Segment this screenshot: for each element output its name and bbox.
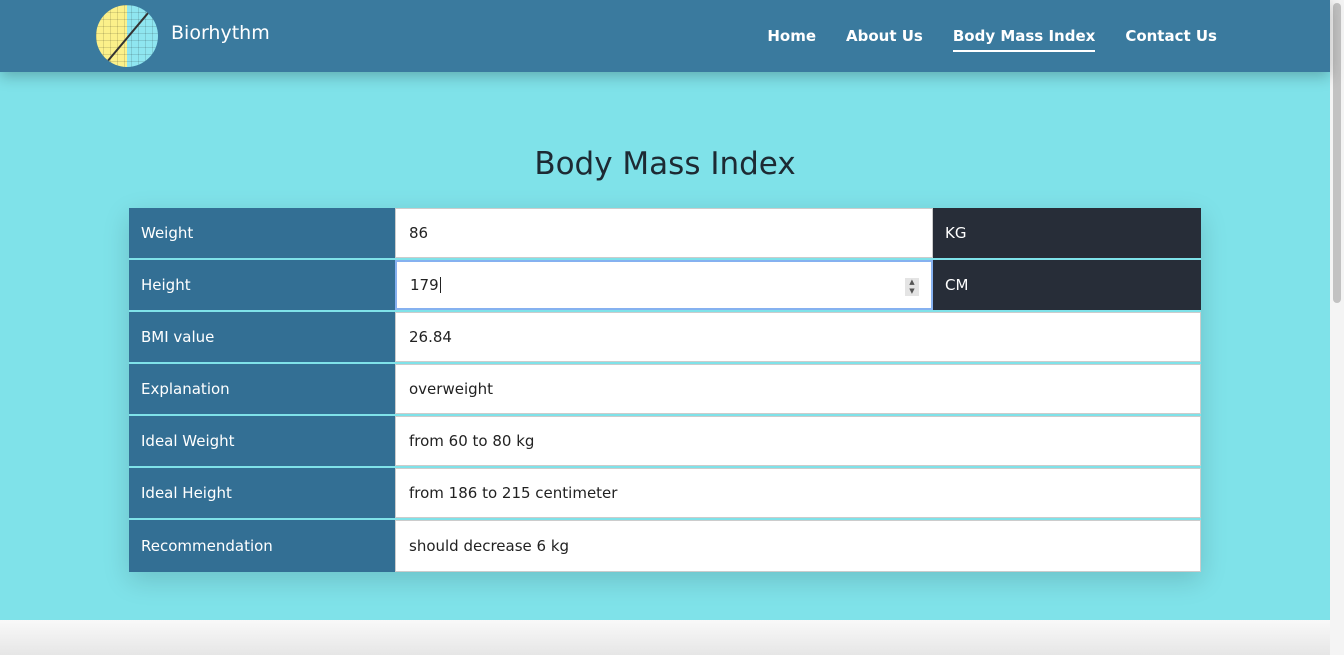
explanation-label: Explanation <box>129 364 395 414</box>
ideal-height-label: Ideal Height <box>129 468 395 518</box>
ideal-weight-value: from 60 to 80 kg <box>395 416 1201 466</box>
nav-home[interactable]: Home <box>767 27 816 52</box>
bmi-table: Weight 86 KG Height 179 ▲ ▼ CM BMI value 26… <box>129 208 1201 572</box>
height-input-field[interactable]: 179 ▲ ▼ <box>395 260 933 310</box>
table-row: Recommendation should decrease 6 kg <box>129 520 1201 572</box>
bmi-label: BMI value <box>129 312 395 362</box>
weight-input[interactable]: 86 <box>395 208 933 258</box>
nav-about-us[interactable]: About Us <box>846 27 923 52</box>
weight-unit: KG <box>933 208 1201 258</box>
weight-label: Weight <box>129 208 395 258</box>
ideal-weight-label: Ideal Weight <box>129 416 395 466</box>
height-unit: CM <box>933 260 1201 310</box>
height-label: Height <box>129 260 395 310</box>
bmi-value: 26.84 <box>395 312 1201 362</box>
footer <box>0 620 1330 655</box>
table-row: Ideal Weight from 60 to 80 kg <box>129 416 1201 468</box>
scrollbar[interactable] <box>1330 0 1344 655</box>
number-spinner[interactable]: ▲ ▼ <box>905 278 919 296</box>
navbar: Biorhythm Home About Us Body Mass Index … <box>0 0 1330 72</box>
recommendation-label: Recommendation <box>129 520 395 572</box>
table-row: Ideal Height from 186 to 215 centimeter <box>129 468 1201 520</box>
table-row: BMI value 26.84 <box>129 312 1201 364</box>
ideal-height-value: from 186 to 215 centimeter <box>395 468 1201 518</box>
brand-name[interactable]: Biorhythm <box>171 22 270 44</box>
nav-body-mass-index[interactable]: Body Mass Index <box>952 27 1096 52</box>
logo-icon[interactable] <box>96 5 158 67</box>
table-row: Explanation overweight <box>129 364 1201 416</box>
recommendation-value: should decrease 6 kg <box>395 520 1201 572</box>
height-input[interactable]: 179 <box>410 276 439 294</box>
page-title: Body Mass Index <box>534 146 796 182</box>
explanation-value: overweight <box>395 364 1201 414</box>
height-row: Height 179 ▲ ▼ CM <box>129 260 1201 312</box>
scrollbar-thumb[interactable] <box>1333 3 1341 303</box>
nav-contact-us[interactable]: Contact Us <box>1125 27 1217 52</box>
weight-row: Weight 86 KG <box>129 208 1201 260</box>
